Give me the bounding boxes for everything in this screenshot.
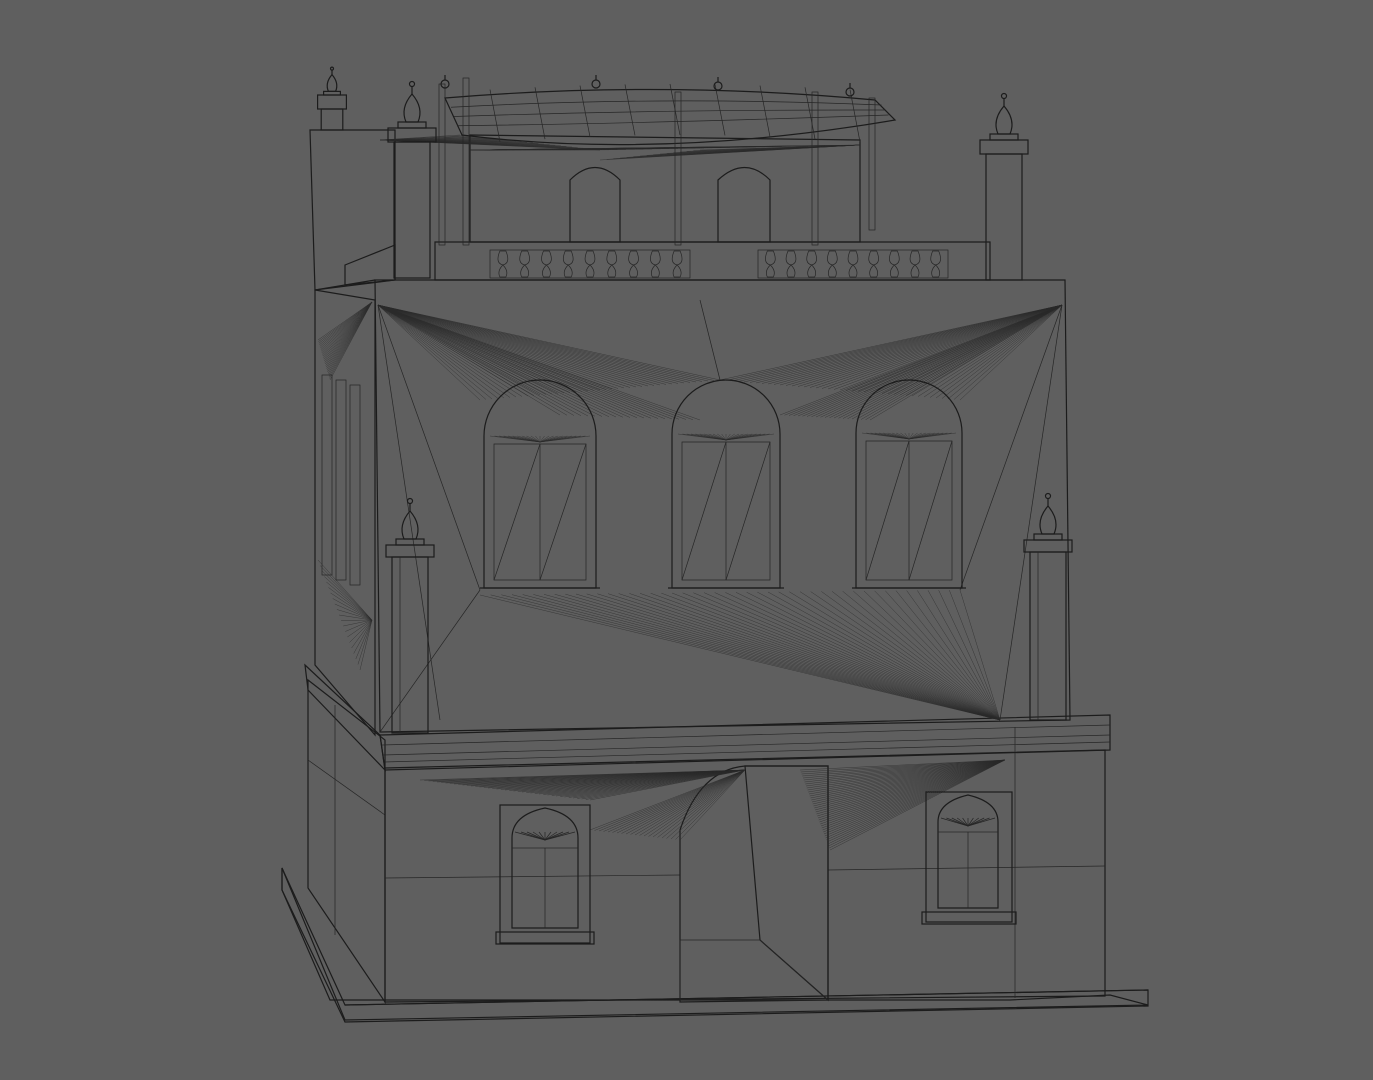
upper-arched-window: [480, 379, 600, 589]
building-model: [281, 66, 1149, 1023]
upper-arched-window: [668, 379, 784, 589]
roof-terrace: [309, 75, 991, 291]
ground-floor-front: [384, 749, 1106, 1003]
upper-floor-side: [314, 289, 376, 737]
corner-pillar: [1023, 492, 1073, 721]
ground-window-right: [921, 791, 1017, 925]
roof-post: [317, 66, 348, 131]
roof-post: [979, 92, 1029, 281]
corner-pillar: [385, 497, 435, 734]
3d-viewport[interactable]: [0, 0, 1373, 1080]
upper-arched-window: [852, 379, 966, 589]
ground-window-left: [495, 804, 595, 945]
